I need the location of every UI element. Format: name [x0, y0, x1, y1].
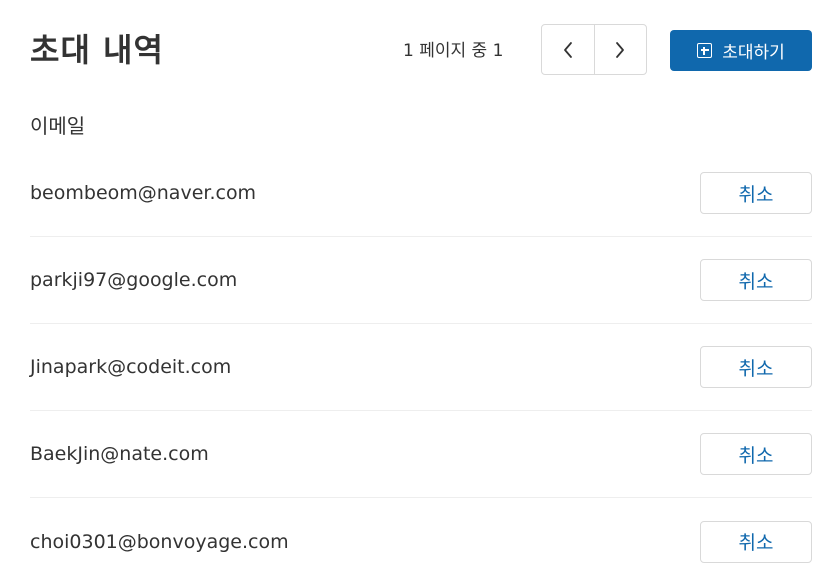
- table-row: parkji97@google.com 취소: [30, 237, 812, 324]
- pagination-controls: [541, 24, 647, 75]
- table-row: BaekJin@nate.com 취소: [30, 411, 812, 498]
- invite-email: choi0301@bonvoyage.com: [30, 530, 289, 553]
- chevron-left-icon: [563, 41, 572, 58]
- invite-button[interactable]: 초대하기: [670, 30, 812, 71]
- cancel-invite-button[interactable]: 취소: [700, 520, 812, 563]
- plus-square-icon: [697, 43, 713, 58]
- page-title: 초대 내역: [30, 31, 164, 69]
- chevron-right-icon: [616, 41, 625, 58]
- cancel-invite-button[interactable]: 취소: [700, 433, 812, 475]
- cancel-invite-button[interactable]: 취소: [700, 172, 812, 214]
- pagination-info: 1 페이지 중 1: [403, 41, 504, 61]
- email-column-header: 이메일: [30, 114, 86, 138]
- cancel-invite-button[interactable]: 취소: [700, 259, 812, 301]
- invite-email: Jinapark@codeit.com: [30, 356, 232, 378]
- cancel-invite-button[interactable]: 취소: [700, 346, 812, 388]
- page-header: 초대 내역 1 페이지 중 1 초대하기: [0, 0, 836, 100]
- invite-button-label: 초대하기: [722, 43, 785, 63]
- invite-email: BaekJin@nate.com: [30, 443, 209, 465]
- invite-email: parkji97@google.com: [30, 269, 238, 291]
- table-row: choi0301@bonvoyage.com 취소: [30, 498, 812, 585]
- invite-email: beombeom@naver.com: [30, 182, 257, 204]
- invitation-list: beombeom@naver.com 취소 parkji97@google.co…: [30, 150, 812, 585]
- next-page-button[interactable]: [593, 25, 647, 74]
- table-row: beombeom@naver.com 취소: [30, 150, 812, 237]
- prev-page-button[interactable]: [542, 25, 594, 74]
- table-row: Jinapark@codeit.com 취소: [30, 324, 812, 411]
